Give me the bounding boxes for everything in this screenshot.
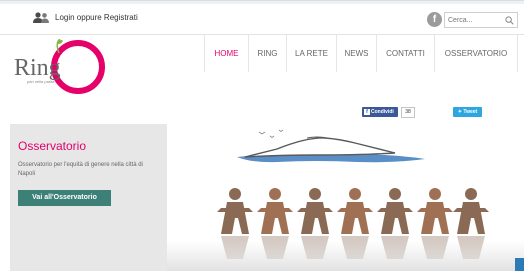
main-nav: HOME RING LA RETE NEWS CONTATTI OSSERVAT… — [204, 35, 518, 72]
search-icon[interactable] — [505, 16, 514, 25]
hero-image — [167, 124, 524, 271]
observatory-button[interactable]: Vai all'Osservatorio — [18, 190, 111, 206]
ring-logo[interactable]: Ring pari nella parità — [8, 39, 128, 97]
nav-contatti[interactable]: CONTATTI — [376, 35, 434, 72]
scroll-to-top-button[interactable] — [515, 258, 524, 271]
tweet-label: Tweet — [463, 109, 478, 115]
facebook-icon[interactable]: f — [427, 12, 442, 27]
hero-fade — [167, 241, 524, 271]
header: Ring pari nella parità HOME RING LA RETE… — [0, 35, 524, 95]
facebook-icon: f — [364, 109, 370, 115]
panel-description: Osservatorio per l'equità di genere nell… — [18, 162, 143, 177]
nav-ring[interactable]: RING — [248, 35, 286, 72]
panel-title: Osservatorio — [18, 139, 87, 153]
nav-la-rete[interactable]: LA RETE — [286, 35, 336, 72]
users-icon — [33, 12, 49, 23]
search-input[interactable] — [448, 14, 500, 26]
share-count: 38 — [401, 107, 415, 118]
facebook-share-label: Condividi — [371, 109, 394, 115]
svg-text:pari nella parità: pari nella parità — [27, 79, 55, 84]
observatory-panel: Osservatorio Osservatorio per l'equità d… — [10, 124, 167, 271]
nav-osservatorio[interactable]: OSSERVATORIO — [434, 35, 518, 72]
search-box — [444, 12, 518, 28]
svg-text:Ring: Ring — [14, 55, 61, 81]
nav-home[interactable]: HOME — [204, 35, 248, 72]
nav-news[interactable]: NEWS — [336, 35, 376, 72]
login-register-link[interactable]: Login oppure Registrati — [55, 13, 138, 22]
tweet-button[interactable]: ✦ Tweet — [453, 107, 482, 117]
facebook-share-button[interactable]: f Condividi — [362, 107, 398, 117]
top-bar: Login oppure Registrati f — [0, 4, 524, 35]
